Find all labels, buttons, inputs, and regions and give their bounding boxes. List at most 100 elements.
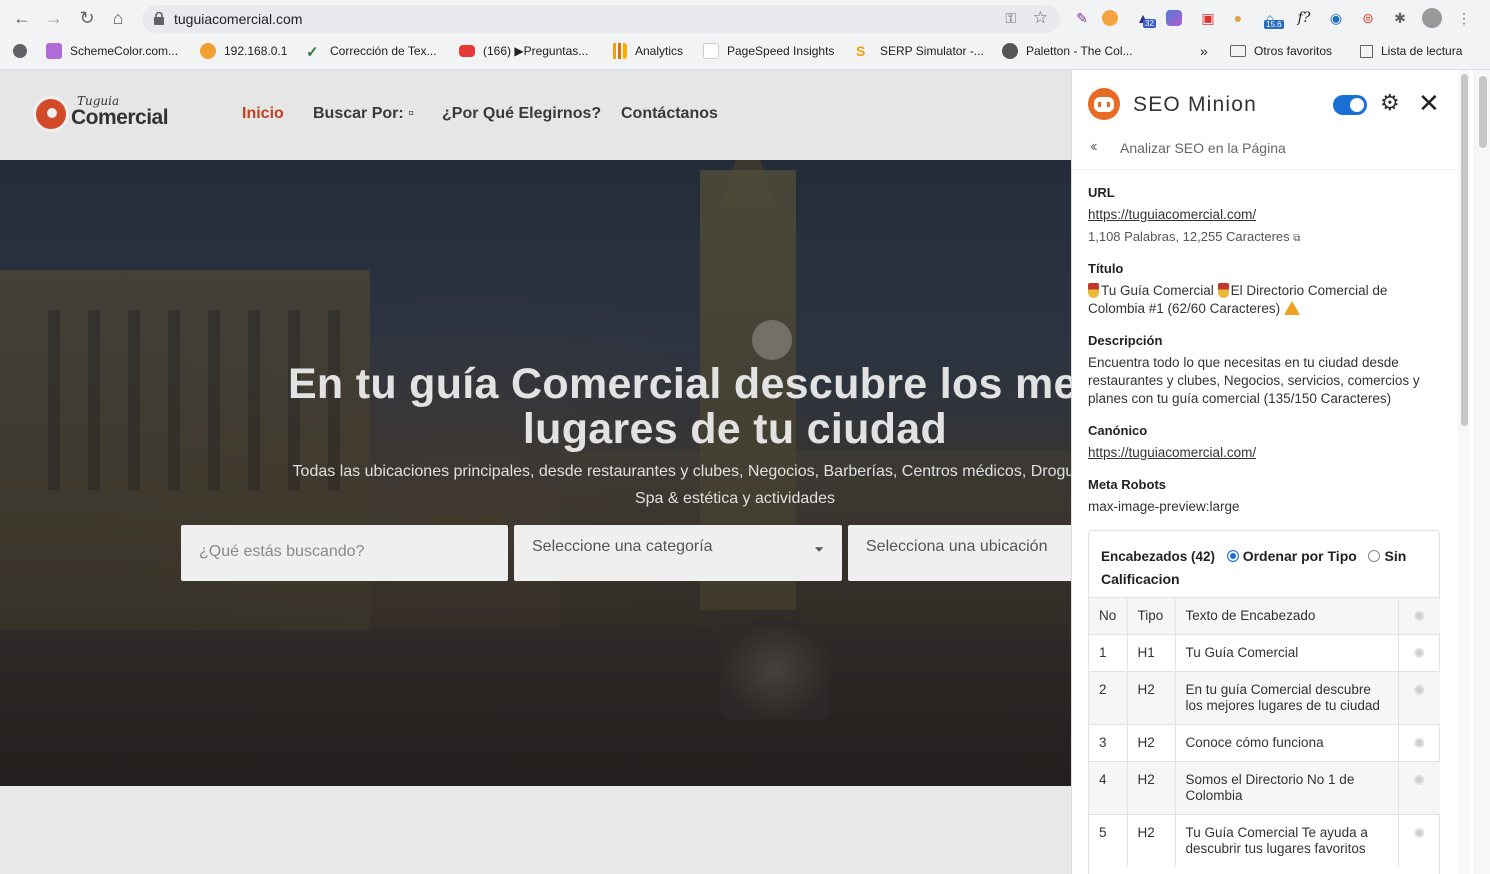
page-scrollbar[interactable] bbox=[1474, 70, 1490, 874]
nav-por-que-elegirnos[interactable]: ¿Por Qué Elegirnos? bbox=[442, 105, 601, 123]
cell-tipo: H2 bbox=[1126, 761, 1175, 815]
extension-seo-minion-icon[interactable] bbox=[1102, 10, 1118, 26]
seo-minion-panel: SEO Minion ⚙ ✕ ‹‹ Analizar SEO en la Pág… bbox=[1071, 70, 1490, 874]
lightbulb-icon[interactable]: ✺ bbox=[1397, 724, 1440, 762]
apps-icon[interactable] bbox=[13, 42, 35, 60]
headings-box: Encabezados (42) Ordenar por Tipo Sin Ca… bbox=[1088, 530, 1440, 874]
forward-arrow-icon[interactable]: → bbox=[42, 6, 66, 30]
bookmark-label: 192.168.0.1 bbox=[224, 44, 288, 58]
cell-texto: Somos el Directorio No 1 de Colombia bbox=[1174, 761, 1398, 815]
hero-subtitle-line-2: Spa & estética y actividades bbox=[634, 490, 836, 507]
bookmark-serp[interactable]: S SERP Simulator -... bbox=[856, 42, 984, 60]
title-value-a: Tu Guía Comercial bbox=[1101, 283, 1214, 298]
extension-eyedropper-icon[interactable]: ✎ bbox=[1072, 8, 1092, 28]
canonical-link[interactable]: https://tuguiacomercial.com/ bbox=[1088, 445, 1256, 460]
bookmark-router[interactable]: 192.168.0.1 bbox=[200, 42, 287, 60]
lightbulb-icon[interactable]: ✺ bbox=[1397, 634, 1440, 672]
warning-icon bbox=[1284, 301, 1301, 315]
extension-cookie-icon[interactable]: ● bbox=[1228, 8, 1248, 28]
more-bookmarks-chevron-icon[interactable]: » bbox=[1200, 42, 1208, 60]
bookmark-paletton[interactable]: Paletton - The Col... bbox=[1002, 42, 1133, 60]
extensions-puzzle-icon[interactable]: ✱ bbox=[1390, 8, 1410, 28]
bookmark-correccion[interactable]: ✓ Corrección de Tex... bbox=[306, 42, 437, 61]
extension-screenshot-icon[interactable]: ▣ bbox=[1198, 8, 1218, 28]
robots-label: Meta Robots bbox=[1088, 477, 1166, 492]
extension-hat-icon[interactable]: ▲ 32 bbox=[1133, 8, 1156, 28]
bookmark-label: Otros favoritos bbox=[1254, 44, 1333, 58]
location-select[interactable]: Selecciona una ubicación bbox=[848, 525, 1071, 581]
panel-scrollbar-thumb[interactable] bbox=[1461, 74, 1468, 426]
funnel-icon: ⏷ bbox=[814, 542, 824, 556]
no-rating-label-a[interactable]: Sin bbox=[1384, 548, 1406, 564]
robots-section: Meta Robots max-image-preview:large bbox=[1088, 476, 1443, 516]
nav-buscar-por[interactable]: Buscar Por: ▫ bbox=[313, 105, 414, 123]
menu-dots-icon[interactable]: ⋮ bbox=[1454, 8, 1474, 28]
cell-tipo: H2 bbox=[1126, 671, 1175, 725]
gear-icon[interactable]: ⚙ bbox=[1380, 90, 1400, 116]
nav-contactanos[interactable]: Contáctanos bbox=[621, 105, 718, 123]
headings-header: Encabezados (42) Ordenar por Tipo Sin Ca… bbox=[1101, 545, 1431, 590]
page-below-hero bbox=[0, 786, 1071, 874]
folder-icon bbox=[1230, 45, 1246, 57]
robot-logo-icon bbox=[1088, 88, 1120, 120]
lightbulb-icon[interactable]: ✺ bbox=[1397, 761, 1440, 815]
lightbulb-icon[interactable]: ✺ bbox=[1397, 814, 1440, 867]
sort-by-type-label[interactable]: Ordenar por Tipo bbox=[1243, 548, 1357, 564]
reload-icon[interactable]: ↻ bbox=[75, 6, 99, 30]
bookmark-folder-otros[interactable]: Otros favoritos bbox=[1230, 42, 1332, 60]
col-tipo: Tipo bbox=[1126, 597, 1175, 635]
lightbulb-icon[interactable]: ✺ bbox=[1397, 597, 1440, 635]
close-icon[interactable]: ✕ bbox=[1418, 88, 1440, 119]
no-rating-radio[interactable] bbox=[1368, 550, 1381, 562]
extension-font-icon[interactable]: f? bbox=[1294, 8, 1314, 28]
bookmark-schemecolor[interactable]: SchemeColor.com... bbox=[46, 42, 178, 60]
extension-house-icon[interactable]: ⌂ 15.6 bbox=[1260, 8, 1284, 29]
extension-globe-icon[interactable]: ◉ bbox=[1326, 8, 1346, 28]
nav-inicio[interactable]: Inicio bbox=[242, 105, 284, 123]
bookmark-analytics[interactable]: Analytics bbox=[611, 42, 683, 60]
cell-no: 1 bbox=[1089, 634, 1127, 672]
hero-section: En tu guía Comercial descubre los mejore… bbox=[0, 160, 1071, 786]
search-input[interactable]: ¿Qué estás buscando? bbox=[181, 525, 508, 581]
col-texto: Texto de Encabezado bbox=[1174, 597, 1398, 635]
extension-badge: 32 bbox=[1143, 19, 1156, 28]
no-rating-label-b[interactable]: Calificacion bbox=[1101, 571, 1180, 587]
cell-tipo: H2 bbox=[1126, 814, 1175, 867]
home-icon[interactable]: ⌂ bbox=[106, 6, 130, 30]
extension-window-icon[interactable] bbox=[1166, 10, 1182, 26]
cell-texto: Tu Guía Comercial Te ayuda a descubrir t… bbox=[1174, 814, 1398, 867]
external-link-icon[interactable]: ⧉ bbox=[1293, 233, 1300, 244]
lightbulb-icon[interactable]: ✺ bbox=[1397, 671, 1440, 725]
profile-avatar[interactable] bbox=[1422, 8, 1442, 28]
hero-title-line-1: En tu guía Comercial descubre los mejore… bbox=[287, 360, 1071, 408]
bookmark-star-icon[interactable]: ☆ bbox=[1033, 8, 1048, 28]
back-arrow-icon[interactable]: ← bbox=[10, 6, 34, 30]
site-logo[interactable]: Tuguia Comercial bbox=[33, 94, 173, 134]
bookmark-label: Analytics bbox=[635, 44, 684, 58]
cell-no: 5 bbox=[1089, 814, 1127, 867]
hero-title: En tu guía Comercial descubre los mejore… bbox=[0, 362, 1071, 452]
enable-toggle[interactable] bbox=[1333, 95, 1367, 115]
cell-tipo: H1 bbox=[1126, 634, 1175, 672]
key-icon[interactable]: ⚿ bbox=[1005, 10, 1016, 27]
webpage: Tuguia Comercial Inicio Buscar Por: ▫ ¿P… bbox=[0, 70, 1071, 874]
cell-texto: Tu Guía Comercial bbox=[1174, 634, 1398, 672]
location-pin-icon bbox=[33, 96, 69, 132]
category-select[interactable]: Seleccione una categoría ⏷ bbox=[514, 525, 842, 581]
back-link[interactable]: Analizar SEO en la Página bbox=[1120, 140, 1286, 156]
sort-by-type-radio[interactable] bbox=[1226, 550, 1239, 562]
extension-badge: 15.6 bbox=[1264, 20, 1284, 29]
extension-circle-icon[interactable]: ⊜ bbox=[1358, 8, 1378, 28]
page-scrollbar-thumb[interactable] bbox=[1479, 76, 1487, 148]
address-bar[interactable]: tuguiacomercial.com ⚿ ☆ bbox=[142, 5, 1060, 33]
panel-scrollbar[interactable] bbox=[1458, 70, 1470, 874]
title-label: Título bbox=[1088, 261, 1124, 276]
checkmark-icon: ✓ bbox=[306, 44, 319, 61]
bookmark-pagespeed[interactable]: PageSpeed Insights bbox=[703, 42, 834, 60]
reading-list[interactable]: Lista de lectura bbox=[1360, 42, 1462, 60]
lock-icon bbox=[154, 12, 164, 25]
url-link[interactable]: https://tuguiacomercial.com/ bbox=[1088, 207, 1256, 222]
double-chevron-left-icon[interactable]: ‹‹ bbox=[1090, 138, 1097, 156]
bookmark-youtube[interactable]: (166) ▶Preguntas... bbox=[459, 42, 588, 60]
description-label: Descripción bbox=[1088, 333, 1163, 348]
